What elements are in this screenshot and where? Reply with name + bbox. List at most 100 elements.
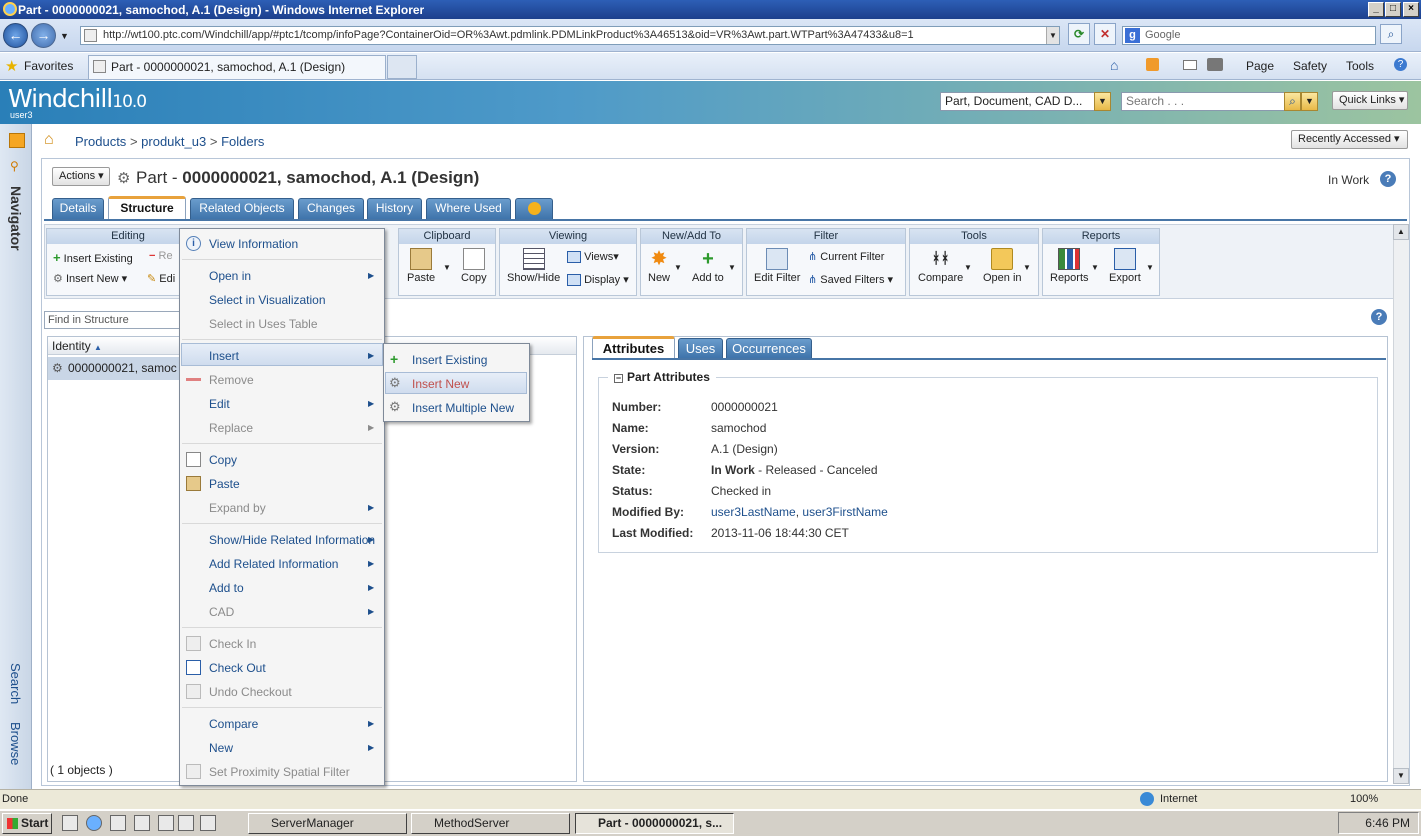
menu-undo-checkout[interactable]: Undo Checkout — [209, 685, 292, 699]
navigator-search-icon[interactable]: ⚲ — [10, 159, 19, 173]
tab-structure[interactable]: Structure — [108, 196, 186, 220]
part-attributes-title[interactable]: − Part Attributes — [608, 370, 716, 384]
navigator-title[interactable]: Navigator — [8, 186, 24, 251]
browser-tab[interactable]: Part - 0000000021, samochod, A.1 (Design… — [88, 55, 386, 79]
search-options-icon[interactable]: ▼ — [1301, 92, 1318, 111]
export-dropdown-icon[interactable]: ▼ — [1146, 263, 1154, 272]
insert-new-button[interactable]: ⚙ Insert New ▾ — [53, 272, 127, 285]
minimize-button[interactable]: _ — [1368, 2, 1384, 17]
views-button[interactable]: Views▾ — [567, 250, 619, 264]
stop-icon[interactable]: ✕ — [1094, 23, 1116, 45]
menu-new[interactable]: New — [209, 741, 233, 755]
task-methodserver[interactable]: MethodServer — [411, 813, 570, 834]
menu-set-proximity-spatial-filter[interactable]: Set Proximity Spatial Filter — [209, 765, 350, 779]
menu-select-in-uses-table[interactable]: Select in Uses Table — [209, 317, 318, 331]
task-ie-window[interactable]: Part - 0000000021, s... — [575, 813, 734, 834]
edit-button[interactable]: ✎ Edi — [147, 272, 175, 285]
close-window-button[interactable]: × — [1403, 2, 1419, 17]
menu-add-related[interactable]: Add Related Information — [209, 557, 338, 571]
tools-menu[interactable]: Tools — [1346, 59, 1374, 73]
new-tab-button[interactable] — [387, 55, 417, 79]
scroll-down-arrow[interactable]: ▼ — [1393, 768, 1409, 784]
paste-button[interactable]: Paste — [407, 248, 435, 284]
navigator-browse-tab[interactable]: Browse — [8, 722, 23, 765]
open-in-dropdown-icon[interactable]: ▼ — [1023, 263, 1031, 272]
tab-history[interactable]: History — [367, 198, 422, 219]
insert-existing-button[interactable]: + Insert Existing — [53, 250, 133, 265]
search-icon[interactable]: ⌕ — [1380, 24, 1402, 44]
remove-button[interactable]: − Re — [149, 250, 173, 262]
mail-icon[interactable] — [1183, 60, 1197, 70]
copy-button[interactable]: Copy — [461, 248, 487, 284]
quicklaunch-window2-icon[interactable] — [200, 815, 216, 831]
actions-button[interactable]: Actions ▾ — [52, 167, 110, 186]
ie-help-icon[interactable]: ? — [1394, 58, 1407, 71]
task-servermanager[interactable]: ServerManager — [248, 813, 407, 834]
submenu-insert-new[interactable]: Insert New — [412, 377, 469, 391]
add-to-button[interactable]: + Add to — [692, 248, 724, 284]
menu-copy[interactable]: Copy — [209, 453, 237, 467]
saved-filters-button[interactable]: ⋔ Saved Filters ▾ — [808, 273, 893, 286]
display-button[interactable]: Display ▾ — [567, 273, 629, 287]
address-dropdown-icon[interactable]: ▼ — [1046, 27, 1059, 44]
recently-accessed-button[interactable]: Recently Accessed ▾ — [1291, 130, 1408, 149]
export-button[interactable]: Export — [1109, 248, 1141, 284]
feeds-icon[interactable] — [1146, 58, 1159, 71]
structure-help-icon[interactable]: ? — [1371, 309, 1387, 325]
tab-attributes[interactable]: Attributes — [592, 336, 675, 360]
home-icon[interactable]: ⌂ — [1110, 57, 1118, 73]
new-button[interactable]: ✸ New — [648, 248, 670, 284]
breadcrumb-folders[interactable]: Folders — [221, 134, 264, 149]
forward-button[interactable]: → — [31, 23, 56, 48]
menu-view-information[interactable]: View Information — [209, 237, 298, 251]
find-in-structure-input[interactable]: Find in Structure — [44, 311, 180, 329]
page-menu[interactable]: Page — [1246, 59, 1274, 73]
quicklaunch-settings-icon[interactable] — [134, 815, 150, 831]
modified-by-firstname-link[interactable]: user3FirstName — [802, 505, 887, 519]
help-icon[interactable]: ? — [1380, 171, 1396, 187]
quicklaunch-desktop-icon[interactable] — [62, 815, 78, 831]
breadcrumb-products[interactable]: Products — [75, 134, 126, 149]
show-hide-button[interactable]: Show/Hide — [507, 248, 560, 284]
menu-select-in-visualization[interactable]: Select in Visualization — [209, 293, 326, 307]
maximize-button[interactable]: □ — [1385, 2, 1401, 17]
new-dropdown-icon[interactable]: ▼ — [674, 263, 682, 272]
quicklaunch-tool-icon[interactable] — [110, 815, 126, 831]
reports-button[interactable]: Reports — [1050, 248, 1089, 284]
tab-details[interactable]: Details — [52, 198, 104, 219]
tab-add[interactable] — [515, 198, 553, 219]
menu-replace[interactable]: Replace — [209, 421, 253, 435]
zoom-level[interactable]: 100% — [1350, 793, 1378, 805]
menu-remove[interactable]: Remove — [209, 373, 254, 387]
global-search-icon[interactable]: ⌕ — [1284, 92, 1301, 111]
browser-search-input[interactable]: Google — [1122, 26, 1376, 45]
navigator-search-tab[interactable]: Search — [8, 663, 23, 704]
quicklaunch-ie-icon[interactable] — [86, 815, 102, 831]
global-search-input[interactable]: Search . . . — [1121, 92, 1287, 111]
menu-show-hide-related[interactable]: Show/Hide Related Information — [209, 533, 375, 547]
quick-links-button[interactable]: Quick Links ▾ — [1332, 91, 1408, 110]
menu-paste[interactable]: Paste — [209, 477, 240, 491]
menu-check-in[interactable]: Check In — [209, 637, 256, 651]
menu-add-to[interactable]: Add to — [209, 581, 244, 595]
print-icon[interactable] — [1207, 58, 1223, 71]
menu-expand-by[interactable]: Expand by — [209, 501, 266, 515]
scroll-up-arrow[interactable]: ▲ — [1393, 224, 1409, 240]
paste-dropdown-icon[interactable]: ▼ — [443, 263, 451, 272]
address-input[interactable]: http://wt100.ptc.com/Windchill/app/#ptc1… — [80, 26, 1060, 45]
submenu-insert-multiple-new[interactable]: Insert Multiple New — [412, 401, 514, 415]
compare-button[interactable]: ᚼᚼ Compare — [918, 248, 963, 284]
search-type-dropdown-icon[interactable]: ▼ — [1094, 92, 1111, 111]
tab-occurrences[interactable]: Occurrences — [726, 338, 812, 359]
back-button[interactable]: ← — [3, 23, 28, 48]
menu-cad[interactable]: CAD — [209, 605, 234, 619]
open-in-button[interactable]: Open in — [983, 248, 1022, 284]
search-type-select[interactable]: Part, Document, CAD D... — [940, 92, 1102, 111]
menu-edit[interactable]: Edit — [209, 397, 230, 411]
vertical-scrollbar[interactable] — [1393, 224, 1409, 784]
clock[interactable]: 6:46 PM — [1365, 816, 1410, 830]
tab-changes[interactable]: Changes — [298, 198, 364, 219]
menu-check-out[interactable]: Check Out — [209, 661, 266, 675]
current-filter-button[interactable]: ⋔ Current Filter — [808, 250, 884, 263]
menu-insert[interactable]: Insert — [209, 349, 239, 363]
